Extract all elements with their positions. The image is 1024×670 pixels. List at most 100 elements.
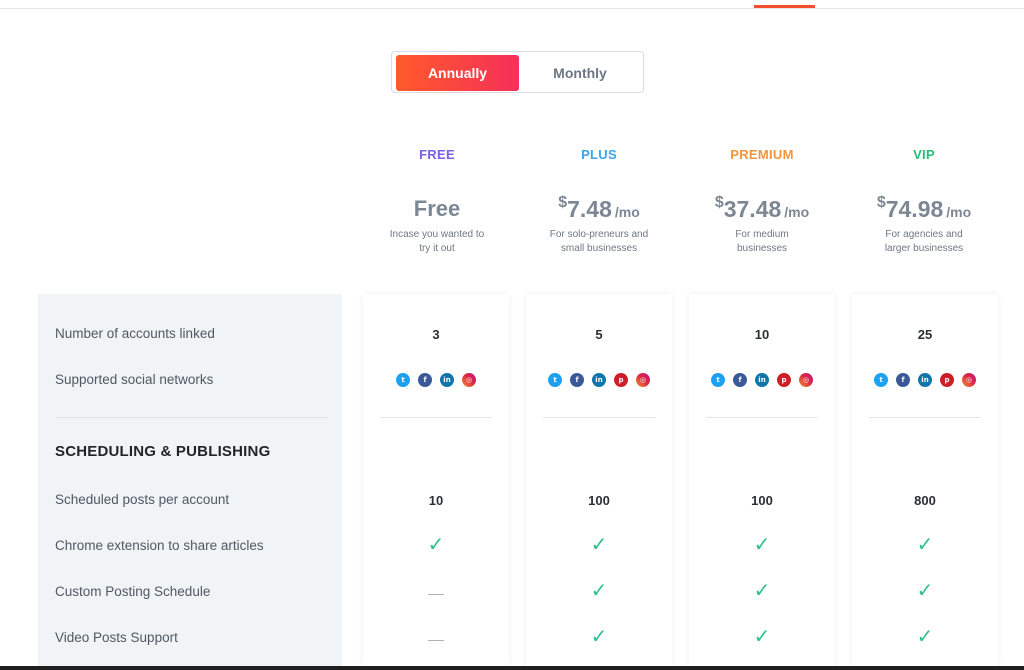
plan-description-line: businesses (736, 243, 788, 254)
check-icon: ✓ (753, 580, 771, 602)
social-network-icons: t f in p ◎ (526, 373, 672, 387)
price-amount: 37.48 (723, 196, 782, 222)
check-icon: ✓ (753, 534, 771, 556)
social-network-icons: t f in p ◎ (689, 373, 835, 387)
price-period: /mo (614, 204, 640, 220)
facebook-icon: f (418, 373, 432, 387)
facebook-icon: f (570, 373, 584, 387)
check-icon: ✓ (590, 580, 608, 602)
monthly-toggle-button[interactable]: Monthly (519, 55, 641, 91)
not-included-dash-icon (428, 640, 444, 641)
price-currency: $ (876, 194, 886, 211)
plan-description-line: try it out (419, 243, 455, 254)
plan-price: $37.48/mo (689, 194, 835, 226)
linkedin-icon: in (755, 373, 769, 387)
plan-name: VIP (913, 147, 935, 162)
plan-column-plus: 5 t f in p ◎ 100 ✓ ✓ ✓ (526, 294, 672, 666)
pinterest-icon: p (940, 373, 954, 387)
price-currency: $ (558, 194, 568, 211)
plan-header-free: FREE Free Incase you wanted to try it ou… (364, 140, 510, 256)
twitter-icon: t (396, 373, 410, 387)
plan-description-line: Incase you wanted to (389, 229, 485, 240)
plan-description: Incase you wanted to try it out (364, 228, 510, 256)
plan-column-vip: 25 t f in p ◎ 800 ✓ ✓ ✓ (852, 294, 998, 666)
plan-header-plus: PLUS $7.48/mo For solo-preneurs and smal… (526, 140, 672, 256)
check-icon: ✓ (916, 580, 934, 602)
plan-description-line: larger businesses (884, 243, 964, 254)
not-included-dash-icon (428, 594, 444, 595)
scheduled-posts-value: 100 (588, 493, 610, 508)
plan-name: FREE (419, 147, 455, 162)
accounts-linked-value: 5 (595, 327, 603, 342)
pinterest-icon: p (614, 373, 628, 387)
linkedin-icon: in (918, 373, 932, 387)
instagram-icon: ◎ (799, 373, 813, 387)
price-currency: $ (714, 194, 724, 211)
plan-description-line: small businesses (560, 243, 638, 254)
plan-price: Free (364, 196, 510, 226)
facebook-icon: f (896, 373, 910, 387)
feature-label-accounts-linked: Number of accounts linked (55, 326, 215, 341)
feature-label-video-posts: Video Posts Support (55, 630, 178, 645)
column-divider (380, 417, 492, 418)
price-amount: 74.98 (885, 196, 944, 222)
plan-name: PREMIUM (730, 147, 794, 162)
plan-column-premium: 10 t f in p ◎ 100 ✓ ✓ ✓ (689, 294, 835, 666)
plan-price: $7.48/mo (526, 194, 672, 226)
annually-toggle-button[interactable]: Annually (396, 55, 519, 91)
instagram-icon: ◎ (962, 373, 976, 387)
price-period: /mo (946, 204, 972, 220)
price-amount: 7.48 (567, 196, 612, 222)
pinterest-icon: p (777, 373, 791, 387)
plan-description-line: For medium (735, 229, 789, 240)
accounts-linked-value: 3 (432, 327, 440, 342)
linkedin-icon: in (440, 373, 454, 387)
plan-description-line: For solo-preneurs and (549, 229, 649, 240)
social-network-icons: t f in p ◎ (852, 373, 998, 387)
check-icon: ✓ (916, 626, 934, 648)
check-icon: ✓ (590, 534, 608, 556)
twitter-icon: t (711, 373, 725, 387)
price-free-text: Free (413, 196, 461, 221)
column-divider (869, 417, 981, 418)
active-nav-indicator (754, 5, 815, 8)
plan-header-vip: VIP $74.98/mo For agencies and larger bu… (851, 140, 997, 256)
feature-label-chrome-extension: Chrome extension to share articles (55, 538, 264, 553)
instagram-icon: ◎ (462, 373, 476, 387)
scheduled-posts-value: 800 (914, 493, 936, 508)
check-icon: ✓ (753, 626, 771, 648)
plan-description-line: For agencies and (885, 229, 963, 240)
check-icon: ✓ (590, 626, 608, 648)
plan-description: For agencies and larger businesses (851, 228, 997, 256)
plan-price: $74.98/mo (851, 194, 997, 226)
instagram-icon: ◎ (636, 373, 650, 387)
column-divider (706, 417, 818, 418)
feature-label-scheduled-posts: Scheduled posts per account (55, 492, 230, 507)
feature-labels-panel (38, 294, 342, 666)
feature-label-social-networks: Supported social networks (55, 372, 214, 387)
billing-period-toggle: Annually Monthly (391, 51, 644, 93)
twitter-icon: t (874, 373, 888, 387)
twitter-icon: t (548, 373, 562, 387)
top-divider (0, 8, 1024, 9)
linkedin-icon: in (592, 373, 606, 387)
scheduled-posts-value: 100 (751, 493, 773, 508)
facebook-icon: f (733, 373, 747, 387)
accounts-linked-value: 25 (917, 327, 933, 342)
plan-description: For solo-preneurs and small businesses (526, 228, 672, 256)
scheduled-posts-value: 10 (428, 493, 444, 508)
plan-description: For medium businesses (689, 228, 835, 256)
check-icon: ✓ (916, 534, 934, 556)
plan-name: PLUS (581, 147, 617, 162)
plan-column-free: 3 t f in ◎ 10 ✓ (363, 294, 509, 666)
bottom-edge (0, 666, 1024, 670)
accounts-linked-value: 10 (754, 327, 770, 342)
section-divider (55, 417, 328, 418)
feature-label-custom-schedule: Custom Posting Schedule (55, 584, 211, 599)
check-icon: ✓ (427, 534, 445, 556)
section-title-scheduling: SCHEDULING & PUBLISHING (55, 443, 271, 460)
price-period: /mo (784, 204, 810, 220)
social-network-icons: t f in ◎ (363, 373, 509, 387)
plan-header-premium: PREMIUM $37.48/mo For medium businesses (689, 140, 835, 256)
column-divider (543, 417, 655, 418)
